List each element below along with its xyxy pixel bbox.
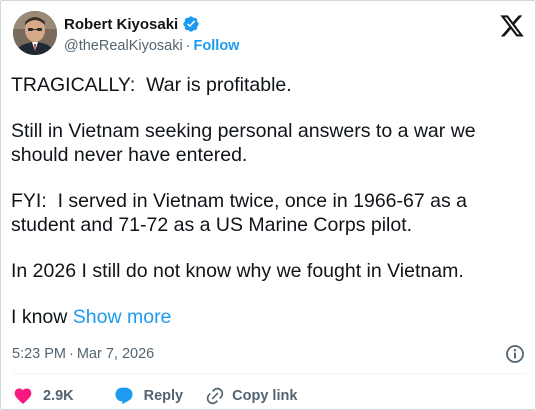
- tweet-header: Robert Kiyosaki @theRealKiyosaki · Follo…: [13, 11, 525, 63]
- follow-button[interactable]: Follow: [194, 38, 240, 54]
- reply-icon: [114, 386, 134, 406]
- copy-link-label: Copy link: [232, 388, 298, 404]
- divider: [13, 373, 525, 374]
- reply-button[interactable]: Reply: [114, 386, 184, 406]
- author-handle[interactable]: @theRealKiyosaki: [64, 38, 183, 54]
- show-more-link[interactable]: Show more: [73, 306, 172, 328]
- like-button[interactable]: 2.9K: [13, 386, 74, 406]
- link-icon: [205, 386, 225, 406]
- like-count: 2.9K: [43, 388, 74, 404]
- author-display-name[interactable]: Robert Kiyosaki: [64, 16, 178, 33]
- x-logo-icon[interactable]: [499, 15, 525, 39]
- tweet-paragraph: In 2026 I still do not know why we fough…: [11, 260, 464, 282]
- avatar[interactable]: [13, 11, 57, 55]
- tweet-paragraph: TRAGICALLY: War is profitable.: [11, 74, 292, 96]
- tweet-text: TRAGICALLY: War is profitable. Still in …: [11, 73, 527, 329]
- tweet-date: Mar 7, 2026: [76, 346, 155, 362]
- tweet-time: 5:23 PM: [12, 346, 66, 362]
- action-bar: 2.9K Reply Copy link: [13, 385, 297, 407]
- verified-badge-icon: [182, 15, 200, 33]
- reply-label: Reply: [143, 388, 184, 404]
- author-block: Robert Kiyosaki @theRealKiyosaki · Follo…: [64, 14, 239, 56]
- heart-icon: [13, 386, 33, 406]
- copy-link-button[interactable]: Copy link: [205, 386, 297, 406]
- handle-row: @theRealKiyosaki · Follow: [64, 36, 239, 56]
- handle-separator: ·: [185, 38, 191, 54]
- truncated-text: I know: [11, 306, 73, 328]
- name-row: Robert Kiyosaki: [64, 14, 239, 34]
- avatar-portrait: [13, 11, 57, 55]
- info-icon[interactable]: [505, 344, 525, 364]
- tweet-embed-card: Robert Kiyosaki @theRealKiyosaki · Follo…: [0, 0, 536, 410]
- tweet-timestamp[interactable]: 5:23 PM · Mar 7, 2026: [12, 346, 154, 362]
- tweet-paragraph-truncated: I know Show more: [11, 305, 527, 329]
- timestamp-separator: ·: [69, 346, 74, 362]
- tweet-paragraph: FYI: I served in Vietnam twice, once in …: [11, 190, 473, 236]
- tweet-paragraph: Still in Vietnam seeking personal answer…: [11, 120, 482, 166]
